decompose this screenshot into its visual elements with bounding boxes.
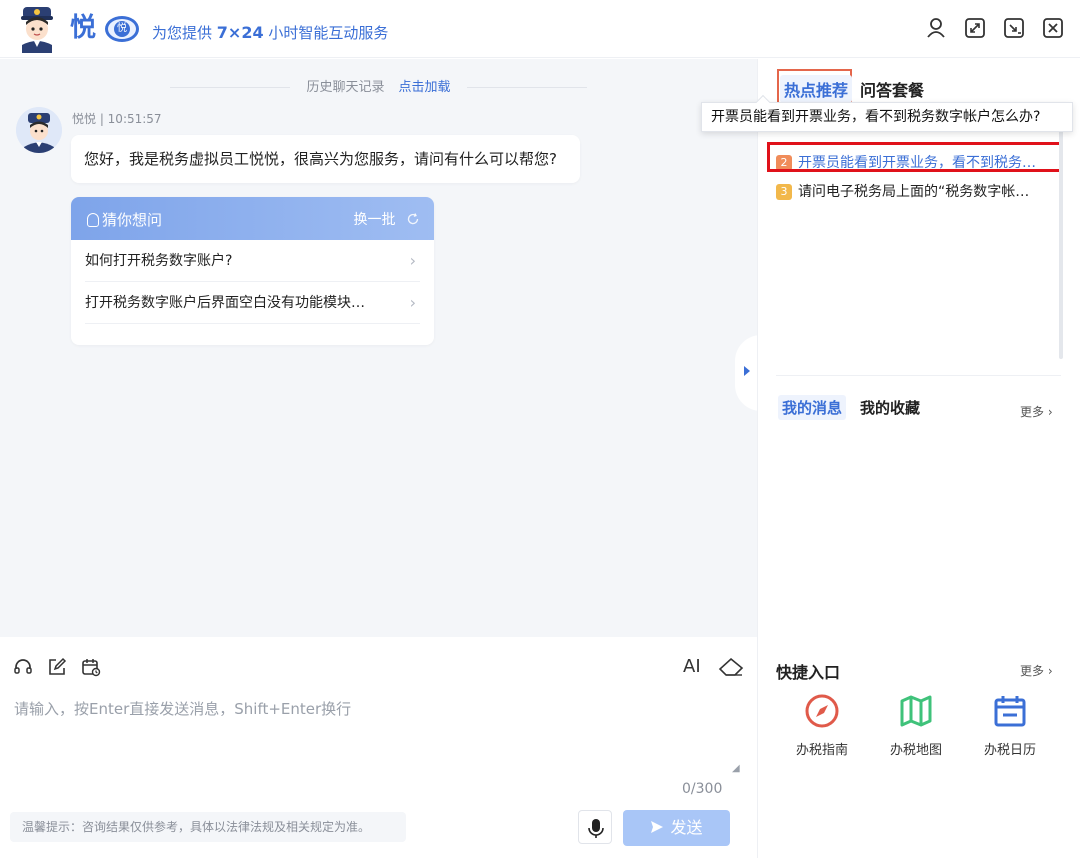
guess-card: 猜你想问 换一批 如何打开税务数字账户? › 打开税务数字账户后界面空白没有功能模…	[71, 197, 434, 345]
history-load-link[interactable]: 点击加载	[399, 80, 451, 95]
quick-entry-tax-guide[interactable]: 办税指南	[787, 693, 857, 758]
microphone-icon	[588, 819, 604, 838]
history-label: 历史聊天记录	[306, 80, 385, 95]
assistant-avatar-logo	[21, 7, 53, 53]
right-side-panel: 热点推荐 问答套餐 2 开票员能看到开票业务，看不到税务… 3 请问电子税务局上面的…	[757, 59, 1080, 858]
caret-right-icon	[744, 366, 750, 376]
hot-item-tooltip: 开票员能看到开票业务，看不到税务数字帐户怎么办?	[701, 94, 1073, 132]
map-icon	[900, 695, 932, 727]
quick-entry-tax-map[interactable]: 办税地图	[881, 693, 951, 758]
user-icon[interactable]	[925, 17, 947, 39]
hot-question-item[interactable]: 3 请问电子税务局上面的“税务数字帐…	[776, 181, 1060, 201]
bot-message-bubble: 您好，我是税务虚拟员工悦悦，很高兴为您服务，请问有什么可以帮您?	[71, 135, 580, 183]
selected-item-highlight-box	[767, 142, 1062, 172]
send-icon	[651, 821, 664, 833]
message-input-area: AI 请输入，按Enter直接发送消息，Shift+Enter换行 ◢ 0/30…	[0, 637, 757, 858]
tab-my-messages[interactable]: 我的消息	[778, 395, 847, 420]
minimize-icon[interactable]	[1003, 17, 1025, 39]
guess-question-item[interactable]: 打开税务数字账户后界面空白没有功能模块… ›	[85, 282, 420, 324]
service-tagline: 为您提供 7×24 小时智能互动服务	[152, 23, 389, 42]
close-icon[interactable]	[1042, 17, 1064, 39]
divider	[776, 375, 1061, 376]
brand-logo-text: 悦	[70, 13, 97, 43]
chevron-right-icon: ›	[409, 251, 416, 270]
tab-qa-package[interactable]: 问答套餐	[860, 77, 924, 101]
ai-tool-button[interactable]: AI	[683, 656, 701, 677]
message-input[interactable]: 请输入，按Enter直接发送消息，Shift+Enter换行	[14, 698, 351, 719]
voice-input-button[interactable]	[578, 810, 612, 844]
tab-my-favorites[interactable]: 我的收藏	[860, 397, 920, 418]
guess-question-item[interactable]: 如何打开税务数字账户? ›	[85, 240, 420, 282]
guess-title: 猜你想问	[87, 209, 162, 230]
disclaimer-tip: 温馨提示：咨询结果仅供参考，具体以法律法规及相关规定为准。	[10, 812, 406, 842]
hot-list-scrollbar[interactable]	[1059, 129, 1063, 359]
calendar-icon	[994, 696, 1026, 727]
brand-seal-icon: 悦	[105, 16, 139, 42]
history-bar: 历史聊天记录 点击加载	[0, 76, 757, 95]
messages-more-link[interactable]: 更多 ›	[1020, 403, 1053, 420]
refresh-icon	[407, 213, 419, 225]
calendar-history-icon[interactable]	[81, 657, 101, 677]
eraser-clear-icon[interactable]	[718, 657, 744, 677]
chevron-right-icon: ›	[409, 293, 416, 312]
refresh-batch-button[interactable]: 换一批	[354, 209, 420, 229]
compass-icon	[805, 694, 839, 728]
quick-entry-tax-calendar[interactable]: 办税日历	[975, 693, 1045, 758]
message-meta: 悦悦 | 10:51:57	[72, 112, 162, 126]
quick-entry-more-link[interactable]: 更多 ›	[1020, 662, 1053, 679]
quick-entry-title: 快捷入口	[776, 663, 841, 682]
send-button[interactable]: 发送	[623, 810, 730, 846]
lightbulb-icon	[87, 213, 99, 227]
resize-handle-icon[interactable]: ◢	[732, 763, 740, 774]
tab-hot-recommend[interactable]: 热点推荐	[780, 75, 853, 103]
guess-card-header: 猜你想问 换一批	[71, 197, 434, 240]
edit-icon[interactable]	[47, 657, 67, 677]
headset-service-icon[interactable]	[13, 657, 33, 677]
bot-avatar	[16, 107, 62, 153]
maximize-icon[interactable]	[964, 17, 986, 39]
char-counter: 0/300	[682, 781, 723, 797]
chat-area: 历史聊天记录 点击加载 悦悦 | 10:51:57 您好，我是税务虚拟员工悦悦，很…	[0, 59, 757, 637]
app-header: 悦 悦 为您提供 7×24 小时智能互动服务	[0, 0, 1080, 58]
